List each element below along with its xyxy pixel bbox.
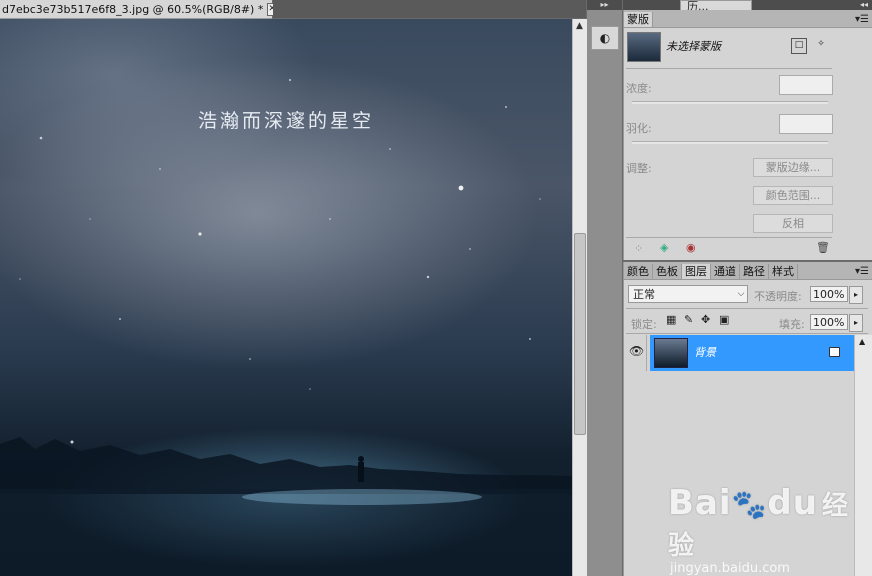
mask-edge-button[interactable]: 蒙版边缘... <box>753 158 833 177</box>
collapsed-dock <box>587 0 622 576</box>
lock-pixels-icon[interactable]: ✎ <box>684 313 693 326</box>
density-field[interactable] <box>779 75 833 95</box>
tab-layers[interactable]: 图层 <box>682 264 711 279</box>
tab-color[interactable]: 颜色 <box>624 264 653 279</box>
tab-swatches[interactable]: 色板 <box>653 264 682 279</box>
document-tab-title: d7ebc3e73b517e6f8_3.jpg @ 60.5%(RGB/8#) … <box>2 2 264 16</box>
scrollbar-thumb[interactable] <box>574 233 586 435</box>
lock-position-icon[interactable]: ✥ <box>701 313 710 326</box>
trash-icon[interactable]: 🗑 <box>816 241 830 254</box>
eye-icon: 👁 <box>629 344 645 358</box>
layer-visibility-toggle[interactable]: 👁 <box>626 335 647 371</box>
starfield-image <box>0 78 572 576</box>
tab-channels[interactable]: 通道 <box>711 264 740 279</box>
scroll-up-icon[interactable]: ▲ <box>859 337 865 346</box>
tab-bar-background <box>273 0 586 18</box>
adjustment-icon[interactable]: ◐ <box>591 26 619 50</box>
scroll-up-icon[interactable]: ▲ <box>573 19 586 33</box>
image-canvas[interactable]: 浩瀚而深邃的星空 <box>0 19 572 576</box>
tab-masks[interactable]: 蒙版 <box>624 12 653 27</box>
lock-transparency-icon[interactable]: ▦ <box>666 313 676 326</box>
opacity-arrow-icon[interactable]: ▸ <box>849 286 863 304</box>
layers-panel-tabbar: 颜色 色板 图层 通道 路径 样式 ▾☰ <box>624 262 872 280</box>
opacity-label: 不透明度: <box>754 290 802 303</box>
opacity-field[interactable]: 100% <box>810 286 848 302</box>
document-tab[interactable]: d7ebc3e73b517e6f8_3.jpg @ 60.5%(RGB/8#) … <box>0 0 277 19</box>
panel-menu-icon[interactable]: ▾☰ <box>855 264 872 279</box>
mask-selection-label: 未选择蒙版 <box>666 40 721 53</box>
adjust-label: 调整: <box>626 162 652 175</box>
fill-arrow-icon[interactable]: ▸ <box>849 314 863 332</box>
lock-icon <box>829 347 840 357</box>
watermark-url: jingyan.baidu.com <box>670 561 790 576</box>
pixel-mask-icon[interactable]: □ <box>791 38 807 54</box>
layer-name[interactable]: 背景 <box>694 344 716 360</box>
feather-label: 羽化: <box>626 122 652 135</box>
canvas-caption-text: 浩瀚而深邃的星空 <box>197 110 374 132</box>
divider <box>626 308 868 309</box>
tab-paths[interactable]: 路径 <box>740 264 769 279</box>
vector-mask-icon[interactable]: ✧ <box>814 38 828 52</box>
masks-panel-tabbar: 蒙版 ▾☰ <box>624 10 872 28</box>
divider <box>626 68 832 69</box>
load-selection-icon[interactable]: ⁘ <box>634 242 643 255</box>
fill-label: 填充: <box>779 318 805 331</box>
feather-slider[interactable] <box>632 141 828 144</box>
layer-thumbnail <box>654 338 688 368</box>
divider <box>626 237 832 238</box>
masks-panel: 蒙版 ▾☰ 未选择蒙版 □ ✧ 浓度: 羽化: 调整: 蒙版边缘... 颜色范围… <box>623 10 872 260</box>
mask-thumbnail <box>627 32 661 62</box>
divider <box>626 333 868 334</box>
apply-mask-icon[interactable]: ◈ <box>660 241 668 254</box>
blend-mode-select[interactable]: 正常 <box>628 285 748 303</box>
feather-field[interactable] <box>779 114 833 134</box>
panel-menu-icon[interactable]: ▾☰ <box>855 12 872 27</box>
baidu-watermark: Bai🐾du 经验 jingyan.baidu.com <box>668 483 872 576</box>
baidu-logo: Bai🐾du 经验 <box>668 483 849 561</box>
disable-mask-icon[interactable]: ◉ <box>686 241 696 254</box>
color-range-button[interactable]: 颜色范围... <box>753 186 833 205</box>
lock-all-icon[interactable]: ▣ <box>719 313 729 326</box>
fill-field[interactable]: 100% <box>810 314 848 330</box>
expand-dock-icon[interactable]: ▸▸ <box>587 0 622 10</box>
tab-styles[interactable]: 样式 <box>769 264 798 279</box>
invert-button[interactable]: 反相 <box>753 214 833 233</box>
lock-label: 锁定: <box>631 318 657 331</box>
density-label: 浓度: <box>626 82 652 95</box>
density-slider[interactable] <box>632 101 828 104</box>
chevron-down-icon[interactable]: ⌵ <box>734 285 748 303</box>
